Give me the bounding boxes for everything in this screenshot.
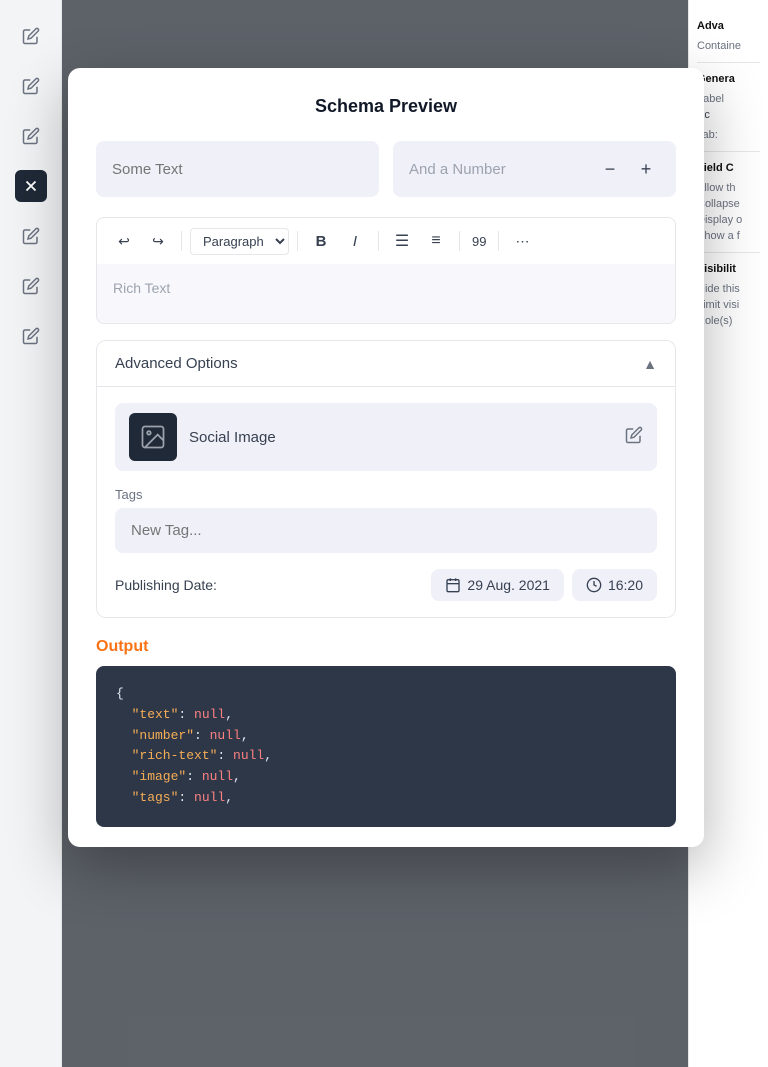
output-section: Output { "text": null, "number": null, "… — [96, 638, 676, 827]
date-time-group: 29 Aug. 2021 16:20 — [431, 569, 657, 601]
time-value: 16:20 — [608, 577, 643, 593]
right-sidebar-divider-2 — [697, 151, 760, 152]
publishing-date-label: Publishing Date: — [115, 577, 217, 593]
toolbar-separator-4 — [459, 231, 460, 251]
advanced-options-section: Advanced Options ▲ Social Image — [96, 340, 676, 618]
paragraph-select[interactable]: Paragraph — [190, 228, 289, 255]
social-image-row: Social Image — [115, 403, 657, 471]
right-sidebar-field-title: Field C — [697, 162, 760, 174]
unordered-list-button[interactable]: ☰ — [387, 226, 417, 256]
toolbar-separator-1 — [181, 231, 182, 251]
sidebar-icon-1[interactable] — [15, 20, 47, 52]
sidebar-icon-6[interactable] — [15, 320, 47, 352]
toolbar-separator-3 — [378, 231, 379, 251]
sidebar-icon-2[interactable] — [15, 70, 47, 102]
right-sidebar-allow: Allow th — [697, 182, 760, 194]
right-sidebar-general-title: Genera — [697, 73, 760, 85]
number-field: And a Number − + — [393, 141, 676, 197]
rich-text-toolbar: ↩ ↪ Paragraph B I ☰ ≡ 99 ⋯ — [96, 217, 676, 264]
time-picker-button[interactable]: 16:20 — [572, 569, 657, 601]
rich-text-placeholder: Rich Text — [113, 280, 170, 296]
sidebar-icon-5[interactable] — [15, 270, 47, 302]
right-sidebar-show: Show a f — [697, 230, 760, 242]
right-sidebar-adva-title: Adva — [697, 20, 760, 32]
ordered-list-button[interactable]: ≡ — [421, 226, 451, 256]
advanced-options-header[interactable]: Advanced Options ▲ — [97, 341, 675, 386]
rich-text-area[interactable]: Rich Text — [96, 264, 676, 324]
chevron-up-icon: ▲ — [643, 356, 657, 372]
tags-label: Tags — [115, 487, 657, 502]
number-decrement-button[interactable]: − — [596, 155, 624, 183]
right-sidebar-display: Display o — [697, 214, 760, 226]
some-text-input[interactable] — [96, 141, 379, 197]
tags-section: Tags — [115, 487, 657, 569]
social-image-left: Social Image — [129, 413, 276, 461]
schema-preview-modal: Schema Preview And a Number − + ↩ ↪ Para… — [68, 68, 704, 847]
date-picker-button[interactable]: 29 Aug. 2021 — [431, 569, 564, 601]
number-placeholder: And a Number — [409, 161, 506, 178]
advanced-options-body: Social Image Tags Publishing Date: 29 Au… — [97, 386, 675, 617]
new-tag-input[interactable] — [115, 508, 657, 553]
right-sidebar-collapse: Collapse — [697, 198, 760, 210]
bold-button[interactable]: B — [306, 226, 336, 256]
modal-title: Schema Preview — [96, 96, 676, 117]
undo-button[interactable]: ↩ — [109, 226, 139, 256]
right-sidebar-ac: Ac — [697, 109, 760, 121]
right-sidebar-divider-3 — [697, 252, 760, 253]
fields-row: And a Number − + — [96, 141, 676, 197]
right-sidebar-visibility-title: Visibilit — [697, 263, 760, 275]
sidebar-icon-4[interactable] — [15, 220, 47, 252]
calendar-icon — [445, 577, 461, 593]
right-sidebar-hide: Hide this — [697, 283, 760, 295]
date-value: 29 Aug. 2021 — [467, 577, 550, 593]
right-sidebar-divider-1 — [697, 62, 760, 63]
social-image-edit-button[interactable] — [625, 426, 643, 449]
rich-text-editor: ↩ ↪ Paragraph B I ☰ ≡ 99 ⋯ Rich Text — [96, 217, 676, 324]
left-sidebar — [0, 0, 62, 1067]
number-controls: − + — [596, 155, 660, 183]
sidebar-icon-3[interactable] — [15, 120, 47, 152]
toolbar-number: 99 — [468, 234, 490, 249]
social-image-label: Social Image — [189, 429, 276, 446]
advanced-options-label: Advanced Options — [115, 355, 238, 372]
redo-button[interactable]: ↪ — [143, 226, 173, 256]
output-label: Output — [96, 638, 676, 656]
publishing-date-row: Publishing Date: 29 Aug. 2021 16:20 — [115, 569, 657, 601]
toolbar-separator-2 — [297, 231, 298, 251]
toolbar-separator-5 — [498, 231, 499, 251]
right-sidebar-roles: Role(s) — [697, 315, 760, 327]
code-block: { "text": null, "number": null, "rich-te… — [96, 666, 676, 827]
social-image-thumbnail — [129, 413, 177, 461]
right-sidebar-limit: Limit visi — [697, 299, 760, 311]
right-sidebar-label: Label — [697, 93, 760, 105]
clock-icon — [586, 577, 602, 593]
italic-button[interactable]: I — [340, 226, 370, 256]
right-sidebar-tab: Tab: — [697, 129, 760, 141]
right-sidebar-container: Containe — [697, 40, 760, 52]
sidebar-icon-close[interactable] — [15, 170, 47, 202]
number-increment-button[interactable]: + — [632, 155, 660, 183]
more-options-button[interactable]: ⋯ — [507, 226, 537, 256]
